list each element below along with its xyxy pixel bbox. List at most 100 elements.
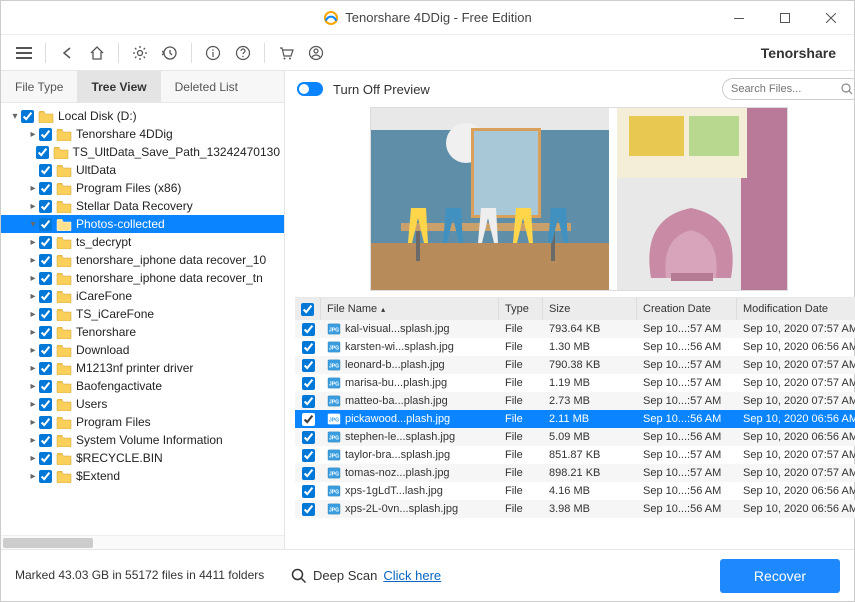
file-row-checkbox[interactable] (302, 485, 315, 498)
tree-caret-icon[interactable]: ▸ (27, 309, 39, 320)
file-row-checkbox[interactable] (302, 431, 315, 444)
tree-caret-icon[interactable]: ▸ (27, 345, 39, 356)
select-all-checkbox[interactable] (301, 303, 314, 316)
tree-item[interactable]: ▾Photos-collected (1, 215, 284, 233)
file-row[interactable]: JPGpickawood...plash.jpgFile2.11 MBSep 1… (295, 410, 855, 428)
tree-caret-icon[interactable]: ▸ (27, 435, 39, 446)
tree-item-checkbox[interactable] (39, 290, 52, 303)
tree-item[interactable]: ▸$Extend (1, 467, 284, 485)
tree-item-checkbox[interactable] (39, 416, 52, 429)
tree-caret-icon[interactable]: ▾ (27, 219, 39, 230)
file-row-checkbox[interactable] (302, 395, 315, 408)
tree-item-checkbox[interactable] (39, 434, 52, 447)
tab-file-type[interactable]: File Type (1, 71, 77, 102)
tree-item[interactable]: ▸ts_decrypt (1, 233, 284, 251)
tree-item[interactable]: UltData (1, 161, 284, 179)
tree-item-checkbox[interactable] (39, 200, 52, 213)
back-button[interactable] (52, 38, 82, 68)
header-type[interactable]: Type (499, 298, 543, 320)
tree-item[interactable]: ▸Program Files (1, 413, 284, 431)
tree-item-checkbox[interactable] (39, 398, 52, 411)
file-row-checkbox[interactable] (302, 449, 315, 462)
tree-item-checkbox[interactable] (39, 272, 52, 285)
tree-item-checkbox[interactable] (39, 164, 52, 177)
close-button[interactable] (808, 1, 854, 35)
tab-deleted-list[interactable]: Deleted List (161, 71, 252, 102)
deep-scan-link[interactable]: Click here (383, 568, 441, 583)
file-row[interactable]: JPGstephen-le...splash.jpgFile5.09 MBSep… (295, 428, 855, 446)
file-row[interactable]: JPGleonard-b...plash.jpgFile790.38 KBSep… (295, 356, 855, 374)
file-row[interactable]: JPGkal-visual...splash.jpgFile793.64 KBS… (295, 320, 855, 338)
tree-item[interactable]: ▸System Volume Information (1, 431, 284, 449)
tree-item[interactable]: ▾Local Disk (D:) (1, 107, 284, 125)
tree-caret-icon[interactable]: ▸ (27, 327, 39, 338)
recover-button[interactable]: Recover (720, 559, 840, 593)
tab-tree-view[interactable]: Tree View (77, 71, 160, 102)
tree-item-checkbox[interactable] (36, 146, 49, 159)
tree-item[interactable]: ▸$RECYCLE.BIN (1, 449, 284, 467)
settings-button[interactable] (125, 38, 155, 68)
folder-tree[interactable]: ▾Local Disk (D:)▸Tenorshare 4DDigTS_UltD… (1, 103, 284, 535)
info-button[interactable] (198, 38, 228, 68)
tree-item[interactable]: ▸tenorshare_iphone data recover_tn (1, 269, 284, 287)
minimize-button[interactable] (716, 1, 762, 35)
tree-item-checkbox[interactable] (39, 380, 52, 393)
file-row-checkbox[interactable] (302, 503, 315, 516)
tree-item[interactable]: ▸Stellar Data Recovery (1, 197, 284, 215)
tree-caret-icon[interactable]: ▸ (27, 201, 39, 212)
tree-item[interactable]: ▸Tenorshare (1, 323, 284, 341)
maximize-button[interactable] (762, 1, 808, 35)
account-button[interactable] (301, 38, 331, 68)
tree-item-checkbox[interactable] (39, 182, 52, 195)
help-button[interactable] (228, 38, 258, 68)
tree-item[interactable]: ▸Baofengactivate (1, 377, 284, 395)
tree-caret-icon[interactable]: ▸ (27, 363, 39, 374)
tree-caret-icon[interactable]: ▸ (27, 471, 39, 482)
tree-caret-icon[interactable]: ▸ (27, 291, 39, 302)
tree-caret-icon[interactable]: ▸ (27, 381, 39, 392)
file-row-checkbox[interactable] (302, 341, 315, 354)
file-row-checkbox[interactable] (302, 467, 315, 480)
file-row-checkbox[interactable] (302, 377, 315, 390)
header-filename[interactable]: File Name▴ (321, 298, 499, 320)
tree-horizontal-scrollbar[interactable] (1, 535, 284, 549)
file-row[interactable]: JPGkarsten-wi...splash.jpgFile1.30 MBSep… (295, 338, 855, 356)
tree-item-checkbox[interactable] (39, 308, 52, 321)
header-creation-date[interactable]: Creation Date (637, 298, 737, 320)
file-row-checkbox[interactable] (302, 359, 315, 372)
tree-item-checkbox[interactable] (39, 128, 52, 141)
file-row[interactable]: JPGtomas-noz...plash.jpgFile898.21 KBSep… (295, 464, 855, 482)
menu-button[interactable] (9, 38, 39, 68)
tree-item[interactable]: ▸Download (1, 341, 284, 359)
tree-caret-icon[interactable]: ▸ (27, 237, 39, 248)
file-row[interactable]: JPGmatteo-ba...plash.jpgFile2.73 MBSep 1… (295, 392, 855, 410)
tree-item-checkbox[interactable] (39, 344, 52, 357)
preview-toggle[interactable] (297, 82, 323, 96)
file-row-checkbox[interactable] (302, 323, 315, 336)
tree-item[interactable]: ▸M1213nf printer driver (1, 359, 284, 377)
tree-item-checkbox[interactable] (39, 218, 52, 231)
tree-item-checkbox[interactable] (39, 236, 52, 249)
home-button[interactable] (82, 38, 112, 68)
tree-caret-icon[interactable]: ▸ (27, 399, 39, 410)
file-row[interactable]: JPGmarisa-bu...plash.jpgFile1.19 MBSep 1… (295, 374, 855, 392)
tree-caret-icon[interactable]: ▸ (27, 273, 39, 284)
tree-caret-icon[interactable]: ▸ (27, 183, 39, 194)
tree-item[interactable]: ▸TS_iCareFone (1, 305, 284, 323)
tree-item[interactable]: ▸Program Files (x86) (1, 179, 284, 197)
tree-caret-icon[interactable]: ▸ (27, 129, 39, 140)
tree-item-checkbox[interactable] (39, 254, 52, 267)
file-row[interactable]: JPGxps-1gLdT...lash.jpgFile4.16 MBSep 10… (295, 482, 855, 500)
cart-button[interactable] (271, 38, 301, 68)
grid-body[interactable]: JPGkal-visual...splash.jpgFile793.64 KBS… (295, 320, 855, 549)
tree-item[interactable]: ▸iCareFone (1, 287, 284, 305)
tree-item-checkbox[interactable] (39, 452, 52, 465)
search-box[interactable] (722, 78, 855, 100)
tree-item[interactable]: ▸Users (1, 395, 284, 413)
file-row[interactable]: JPGtaylor-bra...splash.jpgFile851.87 KBS… (295, 446, 855, 464)
tree-caret-icon[interactable]: ▸ (27, 417, 39, 428)
history-button[interactable] (155, 38, 185, 68)
tree-caret-icon[interactable]: ▸ (27, 453, 39, 464)
tree-caret-icon[interactable]: ▾ (9, 111, 21, 122)
file-row-checkbox[interactable] (302, 413, 315, 426)
